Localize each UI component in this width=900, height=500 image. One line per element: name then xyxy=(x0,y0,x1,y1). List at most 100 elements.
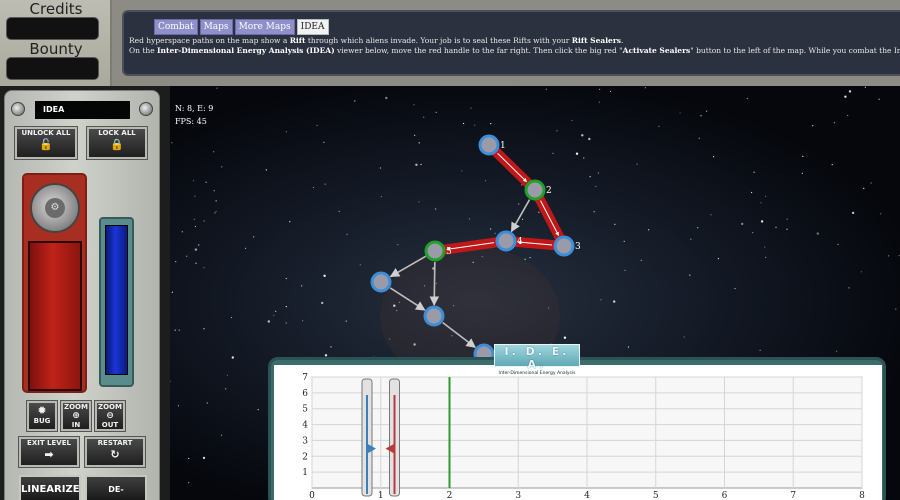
tab-idea[interactable]: IDEA xyxy=(296,19,329,35)
y-tick-label: 7 xyxy=(302,373,308,383)
bounty-label: Bounty xyxy=(29,40,83,58)
unlock-all-button[interactable]: UNLOCK ALL 🔓 xyxy=(14,126,78,160)
y-tick-label: 6 xyxy=(302,389,308,399)
tab-bar: Combat Maps More Maps IDEA xyxy=(154,19,329,35)
y-tick-label: 2 xyxy=(302,452,308,462)
node-label: 3 xyxy=(575,242,581,252)
restart-label: RESTART xyxy=(97,439,133,447)
bug-label: BUG xyxy=(33,417,51,425)
info-text-emphasis: Activate Sealers xyxy=(622,46,691,55)
rift-direction xyxy=(540,200,559,237)
exit-level-label: EXIT LEVEL xyxy=(27,439,71,447)
info-text-segment: Red hyperspace paths on the map show a xyxy=(129,36,290,45)
zoom-out-icon: ⊖ xyxy=(106,411,114,421)
info-panel: Combat Maps More Maps IDEA Red hyperspac… xyxy=(122,10,900,76)
lock-icon: 🔒 xyxy=(110,138,124,151)
info-text-emphasis: Rift Sealers xyxy=(571,36,622,45)
map-node[interactable] xyxy=(478,134,500,156)
info-line-2: On the Inter-Dimensional Energy Analysis… xyxy=(129,46,900,56)
x-tick-label: 7 xyxy=(790,491,796,500)
y-tick-label: 1 xyxy=(302,468,308,478)
blue-gauge-housing xyxy=(99,217,134,387)
credits-label: Credits xyxy=(29,0,83,18)
coordinate-readout: N: 8, E: 9 xyxy=(175,104,214,113)
node-label: 2 xyxy=(546,186,552,196)
info-frame: Combat Maps More Maps IDEA Red hyperspac… xyxy=(112,0,900,86)
lock-all-button[interactable]: LOCK ALL 🔒 xyxy=(86,126,148,160)
restart-button[interactable]: RESTART ↻ xyxy=(84,436,146,468)
screw-icon xyxy=(139,102,153,116)
info-text-segment: . xyxy=(621,36,624,45)
tab-more-maps[interactable]: More Maps xyxy=(234,19,295,35)
tab-combat[interactable]: Combat xyxy=(154,19,198,35)
map-node[interactable] xyxy=(370,271,392,293)
map-node[interactable] xyxy=(423,305,445,327)
screw-icon xyxy=(11,102,25,116)
x-tick-label: 4 xyxy=(584,491,590,500)
sealer-icon: ⚙ xyxy=(45,198,65,218)
hyperspace-path xyxy=(389,287,426,311)
credits-display xyxy=(6,17,99,40)
stats-panel: Credits Bounty xyxy=(0,0,112,86)
bug-icon: ✹ xyxy=(37,404,47,417)
node-label: 5 xyxy=(446,247,452,257)
blue-energy-gauge xyxy=(105,225,128,375)
control-frame: IDEA UNLOCK ALL 🔓 LOCK ALL 🔒 ⚙ ✹ BUG ZOO… xyxy=(0,86,170,500)
hyperspace-path xyxy=(442,322,477,348)
x-tick-label: 0 xyxy=(309,491,315,500)
idea-subtitle: Inter-Dimensional Energy Analysis xyxy=(498,371,576,376)
panel-title: IDEA xyxy=(35,101,130,119)
exit-level-button[interactable]: EXIT LEVEL ➡ xyxy=(18,436,80,468)
unlock-icon: 🔓 xyxy=(39,138,53,151)
info-text-segment: " button to the left of the map. While y… xyxy=(690,46,900,55)
info-text-segment: On the xyxy=(129,46,158,55)
info-line-1: Red hyperspace paths on the map show a R… xyxy=(129,36,900,46)
node-label: 4 xyxy=(517,237,523,247)
map-node[interactable] xyxy=(524,179,546,201)
fps-readout: FPS: 45 xyxy=(175,117,207,126)
x-tick-label: 5 xyxy=(653,491,659,500)
zoom-out-label-top: ZOOM xyxy=(98,403,122,411)
x-tick-label: 6 xyxy=(722,491,728,500)
x-tick-label: 1 xyxy=(378,491,384,500)
red-gauge-housing: ⚙ xyxy=(22,173,87,393)
zoom-in-label-top: ZOOM xyxy=(64,403,88,411)
tab-maps[interactable]: Maps xyxy=(199,19,233,35)
bounty-display xyxy=(6,57,99,80)
zoom-in-label-bottom: IN xyxy=(71,421,81,429)
y-tick-label: 3 xyxy=(302,436,308,446)
unlock-all-label: UNLOCK ALL xyxy=(21,129,71,137)
x-tick-label: 8 xyxy=(859,491,865,500)
x-tick-label: 3 xyxy=(515,491,521,500)
activate-sealers-button[interactable]: ⚙ xyxy=(30,183,80,233)
info-text-segment: through which aliens invade. Your job is… xyxy=(305,36,572,45)
game-screen: Credits Bounty Combat Maps More Maps IDE… xyxy=(0,0,900,500)
info-text-emphasis: Rift xyxy=(289,36,306,45)
idea-badge: I. D. E. A. Inter-Dimensional Energy Ana… xyxy=(494,344,580,376)
rift-direction xyxy=(497,153,527,183)
zoom-in-button[interactable]: ZOOM ⊕ IN xyxy=(60,400,92,432)
info-text-emphasis: Inter-Dimensional Energy Analysis (IDEA) xyxy=(157,46,335,55)
map-node[interactable] xyxy=(553,235,575,257)
x-tick-label: 2 xyxy=(447,491,453,500)
map-node[interactable] xyxy=(495,230,517,252)
linearize-button[interactable]: LINEARIZE xyxy=(19,475,81,500)
exit-icon: ➡ xyxy=(44,448,54,461)
restart-icon: ↻ xyxy=(110,448,120,461)
y-tick-label: 4 xyxy=(302,421,308,431)
map-node[interactable] xyxy=(424,240,446,262)
idea-plot: 0 1 2 3 4 5 6 7 8 1 2 3 4 5 6 7 xyxy=(274,365,882,500)
de-linearize-button[interactable]: DE-LINEARIZE xyxy=(85,475,147,500)
hyperspace-path xyxy=(389,255,426,278)
red-energy-gauge xyxy=(28,241,82,391)
lock-all-label: LOCK ALL xyxy=(98,129,136,137)
zoom-in-icon: ⊕ xyxy=(72,411,80,421)
idea-title: I. D. E. A. xyxy=(504,345,570,371)
info-text-segment: viewer below, move the red handle to the… xyxy=(334,46,623,55)
hyperspace-path xyxy=(429,261,440,306)
info-text: Red hyperspace paths on the map show a R… xyxy=(129,36,900,56)
control-panel: IDEA UNLOCK ALL 🔓 LOCK ALL 🔒 ⚙ ✹ BUG ZOO… xyxy=(4,90,160,500)
node-label: 1 xyxy=(500,141,506,151)
zoom-out-button[interactable]: ZOOM ⊖ OUT xyxy=(94,400,126,432)
bug-button[interactable]: ✹ BUG xyxy=(26,400,58,432)
